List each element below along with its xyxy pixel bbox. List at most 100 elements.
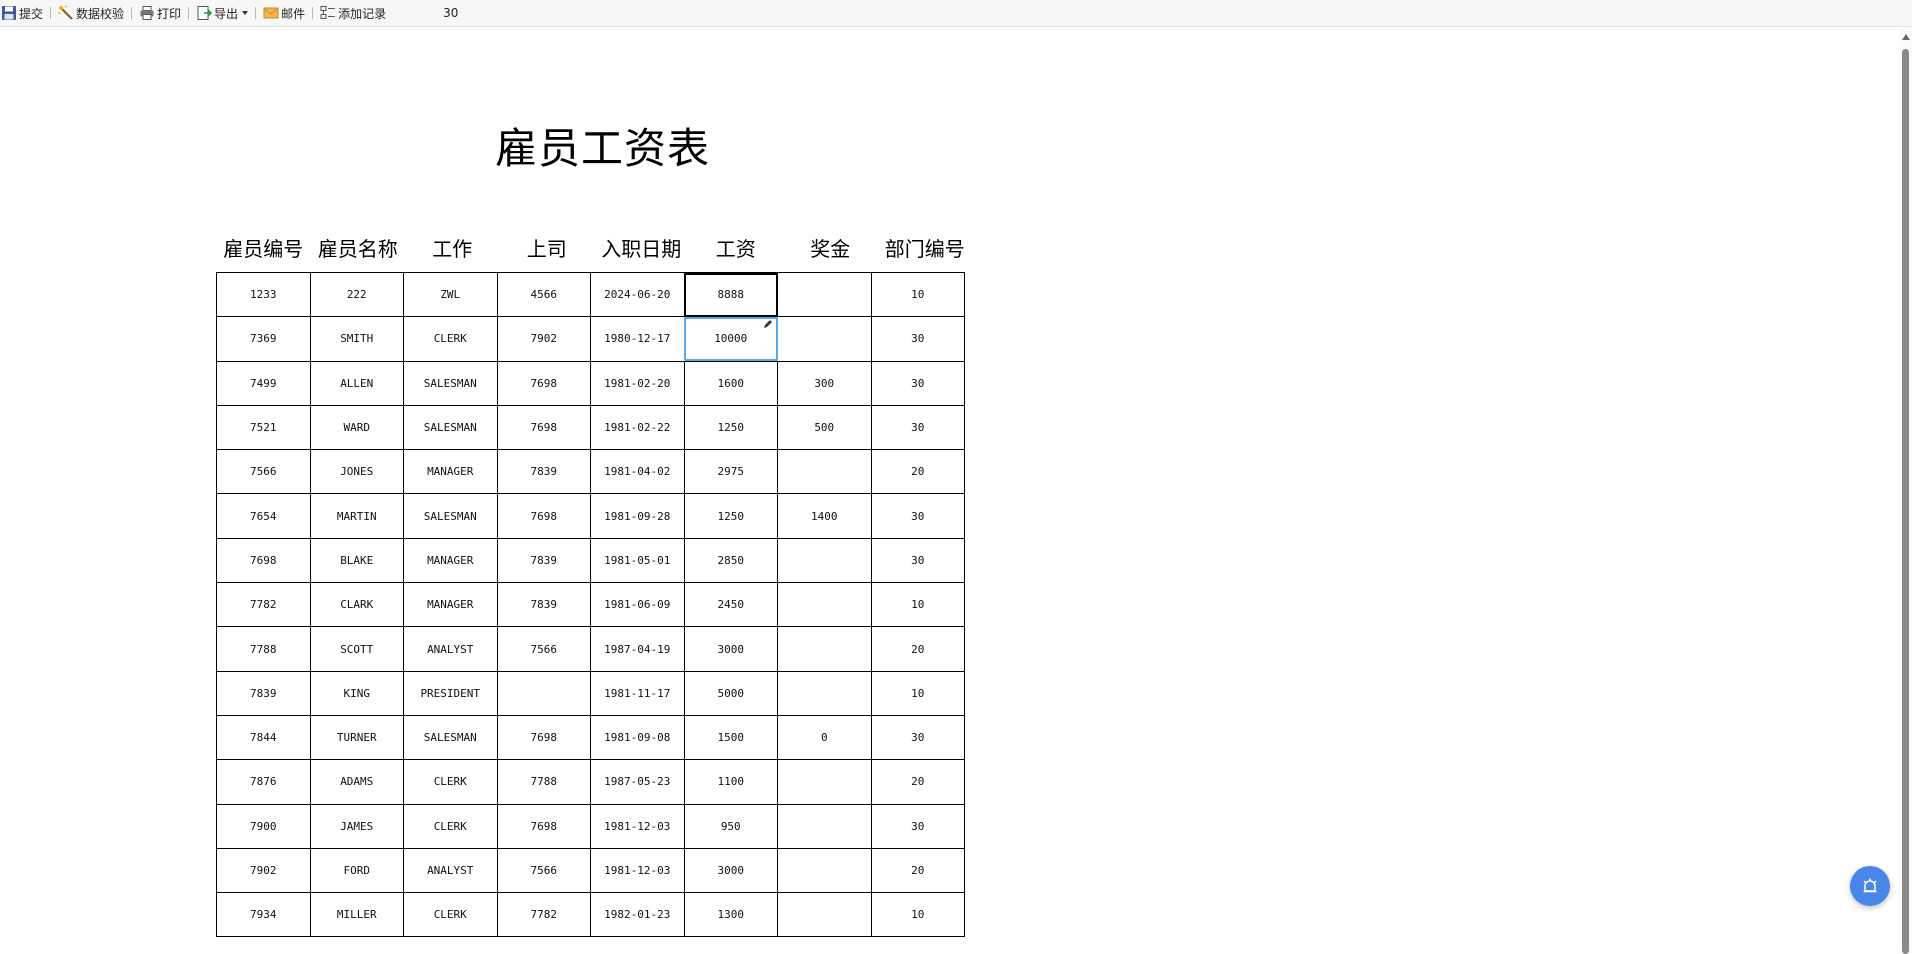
table-cell[interactable] xyxy=(777,449,872,495)
table-cell[interactable]: 10 xyxy=(870,271,965,318)
table-cell[interactable]: 1981-12-03 xyxy=(590,803,685,849)
table-cell[interactable]: 10 xyxy=(870,670,965,716)
table-cell[interactable]: BLAKE xyxy=(309,537,404,584)
table-cell[interactable]: 20 xyxy=(870,449,965,495)
table-cell[interactable] xyxy=(777,316,872,362)
table-cell[interactable]: SALESMAN xyxy=(403,404,498,451)
table-cell[interactable]: 10 xyxy=(870,892,965,938)
table-cell[interactable]: 7876 xyxy=(216,759,311,805)
table-cell[interactable]: 1300 xyxy=(683,892,778,938)
table-cell[interactable]: 7566 xyxy=(496,626,591,672)
table-cell[interactable]: CLERK xyxy=(403,759,498,805)
table-cell[interactable]: 1600 xyxy=(683,360,778,406)
table-cell[interactable]: 7566 xyxy=(216,449,311,495)
table-cell[interactable]: 2975 xyxy=(683,449,778,495)
table-cell[interactable]: 2450 xyxy=(683,582,778,628)
table-cell[interactable] xyxy=(777,271,872,318)
table-cell[interactable]: 7698 xyxy=(496,803,591,849)
table-cell[interactable]: ADAMS xyxy=(309,759,404,805)
table-cell[interactable]: 5000 xyxy=(683,670,778,716)
table-cell[interactable]: TURNER xyxy=(309,714,404,761)
table-cell[interactable]: 1987-05-23 xyxy=(590,759,685,805)
table-cell[interactable]: JONES xyxy=(309,449,404,495)
table-cell[interactable]: MANAGER xyxy=(403,537,498,584)
submit-button[interactable]: 提交 xyxy=(0,2,45,24)
table-cell[interactable]: CLERK xyxy=(403,803,498,849)
export-button[interactable]: 导出 xyxy=(195,2,250,24)
table-cell[interactable]: 1981-09-28 xyxy=(590,493,685,539)
table-cell[interactable]: 1250 xyxy=(683,493,778,539)
table-cell[interactable]: 1981-12-03 xyxy=(590,847,685,894)
table-cell[interactable]: 7698 xyxy=(496,493,591,539)
table-cell[interactable]: MILLER xyxy=(309,892,404,938)
table-cell[interactable]: SCOTT xyxy=(309,626,404,672)
table-cell[interactable] xyxy=(777,803,872,849)
add-record-button[interactable]: 添加记录 xyxy=(319,2,388,24)
table-cell[interactable]: 4566 xyxy=(496,271,591,318)
table-cell[interactable] xyxy=(777,670,872,716)
table-cell[interactable]: PRESIDENT xyxy=(403,670,498,716)
table-cell[interactable]: SALESMAN xyxy=(403,360,498,406)
table-cell[interactable]: MANAGER xyxy=(403,449,498,495)
table-cell[interactable]: CLERK xyxy=(403,892,498,938)
table-cell[interactable]: 7902 xyxy=(216,847,311,894)
table-cell[interactable]: 1981-09-08 xyxy=(590,714,685,761)
table-cell[interactable]: 7521 xyxy=(216,404,311,451)
table-cell[interactable]: 7839 xyxy=(496,449,591,495)
table-cell[interactable]: 2024-06-20 xyxy=(590,271,685,318)
table-cell[interactable]: 7934 xyxy=(216,892,311,938)
table-cell[interactable]: 1980-12-17 xyxy=(590,316,685,362)
table-cell[interactable]: 7698 xyxy=(496,714,591,761)
table-cell[interactable]: 0 xyxy=(777,714,872,761)
table-cell[interactable]: 7698 xyxy=(216,537,311,584)
table-cell[interactable]: 1982-01-23 xyxy=(590,892,685,938)
table-cell[interactable]: 30 xyxy=(870,803,965,849)
table-cell[interactable]: 7566 xyxy=(496,847,591,894)
table-cell[interactable]: SALESMAN xyxy=(403,493,498,539)
table-cell[interactable]: 20 xyxy=(870,626,965,672)
table-cell[interactable]: CLARK xyxy=(309,582,404,628)
table-cell[interactable]: 7839 xyxy=(496,537,591,584)
table-cell[interactable]: 1981-02-20 xyxy=(590,360,685,406)
vertical-scrollbar[interactable] xyxy=(1900,27,1912,954)
validate-button[interactable]: 数据校验 xyxy=(57,2,126,24)
table-cell[interactable]: 7902 xyxy=(496,316,591,362)
pencil-icon[interactable] xyxy=(763,319,773,329)
table-cell[interactable]: 1981-06-09 xyxy=(590,582,685,628)
table-cell[interactable]: 1981-05-01 xyxy=(590,537,685,584)
scroll-thumb[interactable] xyxy=(1902,49,1909,954)
table-cell[interactable] xyxy=(777,537,872,584)
table-cell[interactable]: 1500 xyxy=(683,714,778,761)
table-cell[interactable]: 3000 xyxy=(683,847,778,894)
table-cell[interactable]: 1100 xyxy=(683,759,778,805)
table-cell[interactable]: FORD xyxy=(309,847,404,894)
table-cell[interactable]: 20 xyxy=(870,759,965,805)
table-cell[interactable]: SALESMAN xyxy=(403,714,498,761)
table-cell[interactable]: 950 xyxy=(683,803,778,849)
table-cell[interactable]: 30 xyxy=(870,316,965,362)
table-cell[interactable] xyxy=(777,847,872,894)
table-cell[interactable]: 7499 xyxy=(216,360,311,406)
table-cell[interactable] xyxy=(496,670,591,716)
table-cell[interactable] xyxy=(777,892,872,938)
mail-button[interactable]: 邮件 xyxy=(262,2,307,24)
table-cell[interactable]: 7369 xyxy=(216,316,311,362)
table-cell[interactable]: KING xyxy=(309,670,404,716)
table-cell[interactable]: 1981-02-22 xyxy=(590,404,685,451)
table-cell[interactable]: 1981-11-17 xyxy=(590,670,685,716)
table-cell[interactable]: 30 xyxy=(870,537,965,584)
table-cell[interactable]: 7839 xyxy=(496,582,591,628)
scroll-up-arrow-icon[interactable] xyxy=(1902,34,1910,40)
table-cell[interactable]: 1981-04-02 xyxy=(590,449,685,495)
table-cell[interactable]: 7844 xyxy=(216,714,311,761)
table-cell[interactable]: 7788 xyxy=(216,626,311,672)
table-cell[interactable]: 8888 xyxy=(683,271,778,318)
table-cell[interactable]: 30 xyxy=(870,404,965,451)
floating-action-button[interactable] xyxy=(1850,866,1890,906)
table-cell[interactable]: ALLEN xyxy=(309,360,404,406)
table-cell[interactable] xyxy=(777,626,872,672)
table-cell[interactable]: 20 xyxy=(870,847,965,894)
table-cell[interactable] xyxy=(777,582,872,628)
table-cell[interactable]: 500 xyxy=(777,404,872,451)
table-cell[interactable]: 7698 xyxy=(496,360,591,406)
